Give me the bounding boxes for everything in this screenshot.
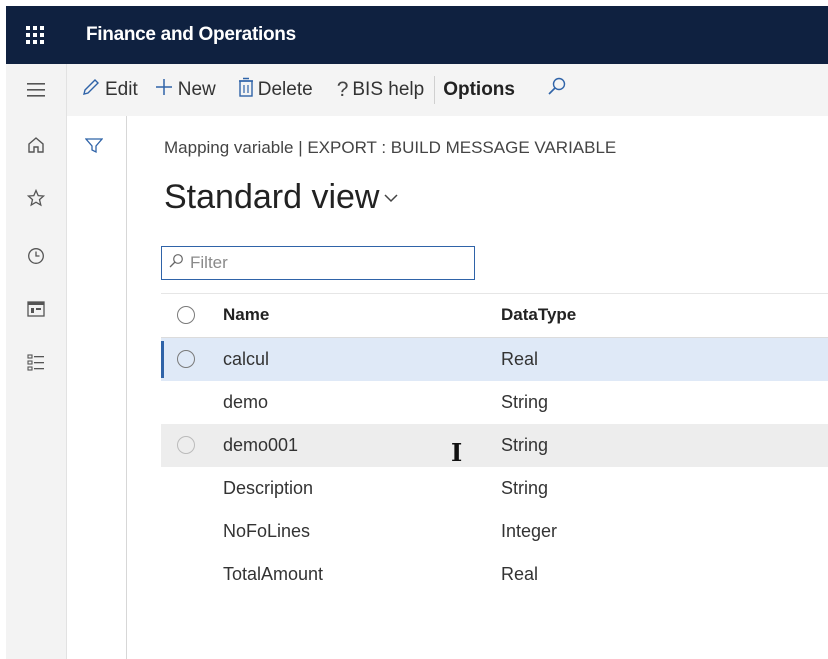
view-title: Standard view [164, 178, 380, 216]
new-label: New [177, 79, 216, 100]
cell-name: demo001 [223, 435, 299, 455]
column-header-datatype[interactable]: DataType [501, 305, 576, 325]
search-button[interactable] [547, 64, 571, 116]
row-select-radio[interactable] [177, 350, 195, 368]
app-launcher-button[interactable] [6, 6, 64, 64]
main-content: Mapping variable | EXPORT : BUILD MESSAG… [127, 116, 828, 659]
table-row[interactable]: TotalAmount Real [161, 553, 828, 596]
cell-name: Description [223, 478, 314, 498]
delete-button[interactable]: Delete [238, 64, 313, 116]
new-button[interactable]: New [154, 64, 216, 116]
help-button[interactable]: ? BIS help [337, 64, 425, 116]
table-row[interactable]: calcul Real [161, 338, 828, 381]
cell-datatype: String [501, 435, 549, 455]
table-row[interactable]: NoFoLines Integer [161, 510, 828, 553]
list-icon[interactable] [6, 344, 66, 380]
home-icon[interactable] [6, 127, 66, 163]
funnel-icon[interactable] [84, 138, 104, 159]
help-label: BIS help [352, 79, 425, 100]
trash-icon [238, 77, 254, 103]
search-icon [547, 77, 567, 103]
cell-name: demo [223, 392, 269, 412]
edit-button[interactable]: Edit [81, 64, 138, 116]
cell-datatype: String [501, 478, 549, 498]
cell-datatype: Integer [501, 521, 558, 541]
cell-datatype: String [501, 392, 549, 412]
waffle-icon [26, 26, 44, 44]
action-pane: Edit New Delete ? BIS help Options [67, 64, 828, 117]
search-icon [168, 253, 184, 274]
select-all-radio[interactable] [177, 306, 195, 324]
options-label: Options [443, 79, 515, 100]
text-cursor-icon: I [451, 438, 463, 467]
cell-name: NoFoLines [223, 521, 311, 541]
filter-input[interactable] [188, 252, 472, 274]
question-icon: ? [336, 78, 349, 101]
row-select-radio[interactable] [177, 436, 195, 454]
column-header-name[interactable]: Name [223, 305, 269, 325]
table-row[interactable]: Description String [161, 467, 828, 510]
workspace-icon[interactable] [6, 291, 66, 327]
cell-name: TotalAmount [223, 564, 324, 584]
action-separator [434, 76, 436, 104]
navigation-rail [6, 64, 67, 659]
variables-grid: Name DataType calcul Real demo String de… [161, 293, 828, 596]
breadcrumb: Mapping variable | EXPORT : BUILD MESSAG… [164, 138, 617, 157]
filter-pane [67, 116, 127, 659]
filter-input-box[interactable] [161, 246, 475, 280]
cell-datatype: Real [501, 349, 539, 369]
app-window: Finance and Operations Edit New Delete ?… [0, 0, 828, 659]
chevron-down-icon [383, 187, 399, 208]
cell-name: calcul [223, 349, 270, 369]
delete-label: Delete [257, 79, 313, 100]
edit-label: Edit [105, 79, 138, 100]
cell-datatype: Real [501, 564, 539, 584]
pencil-icon [81, 77, 101, 103]
view-selector[interactable]: Standard view [164, 178, 399, 217]
menu-icon[interactable] [6, 72, 66, 108]
app-title: Finance and Operations [86, 24, 296, 45]
plus-icon [154, 77, 174, 103]
table-row[interactable]: demo001 String [161, 424, 828, 467]
top-bar: Finance and Operations [6, 6, 828, 64]
table-row[interactable]: demo String [161, 381, 828, 424]
clock-icon[interactable] [6, 238, 66, 274]
grid-header: Name DataType [161, 293, 828, 338]
options-button[interactable]: Options [443, 64, 515, 116]
star-icon[interactable] [6, 180, 66, 216]
